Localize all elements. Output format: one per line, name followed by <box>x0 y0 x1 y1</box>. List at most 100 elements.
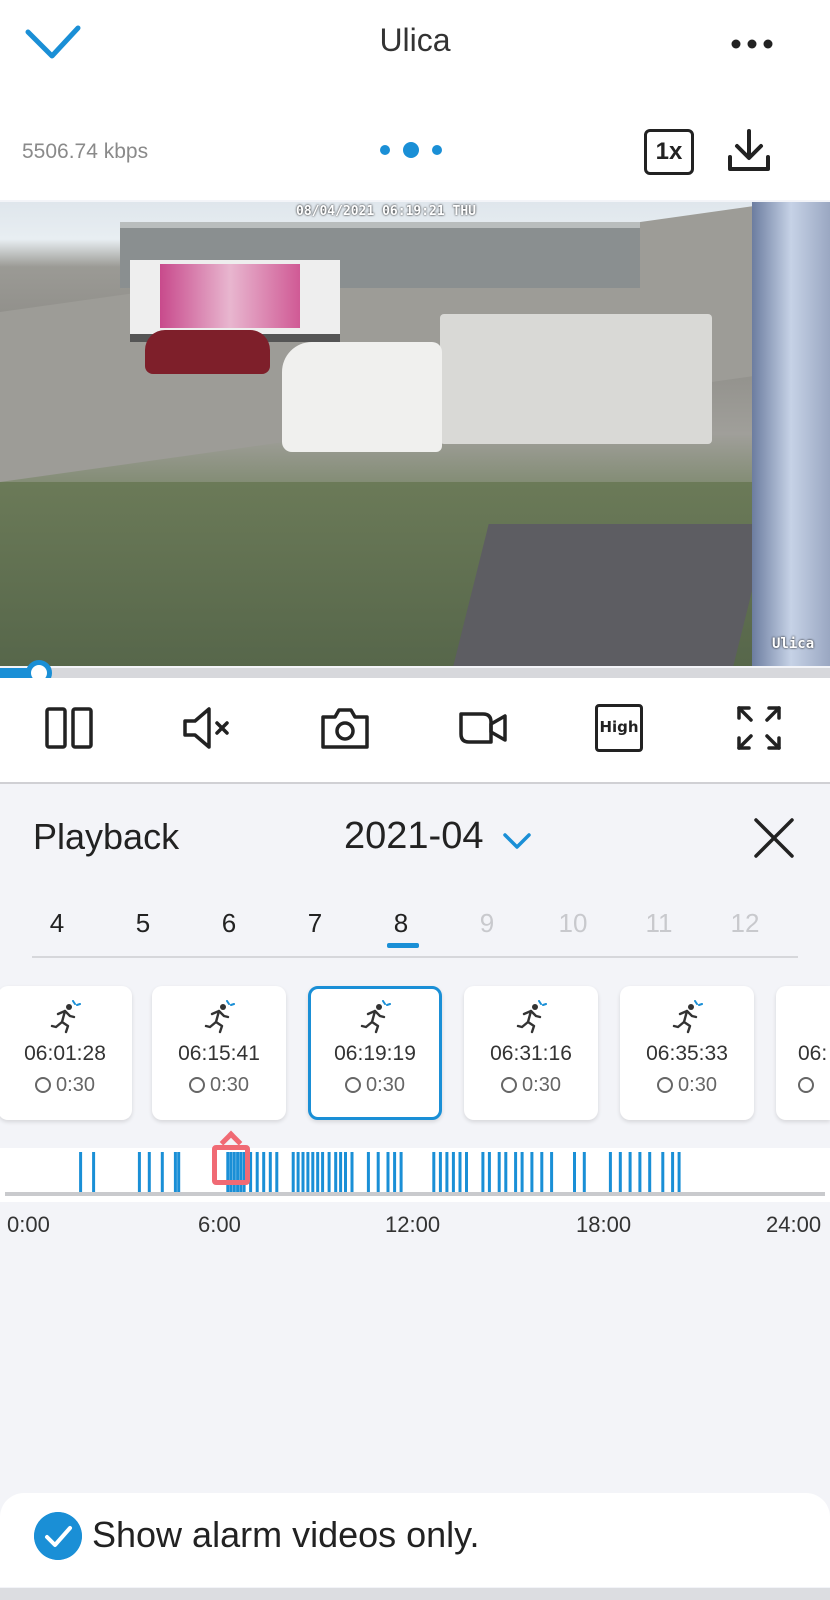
alarm-bar[interactable] <box>638 1152 642 1194</box>
alarm-bar[interactable] <box>291 1152 295 1194</box>
video-progress-track[interactable] <box>0 668 830 678</box>
timeline-tick: 12:00 <box>385 1212 441 1237</box>
bottom-strip <box>0 1588 830 1600</box>
download-icon[interactable] <box>726 127 772 173</box>
clip-card[interactable]: 06:31:16 0:30 <box>464 986 598 1120</box>
alarm-bar[interactable] <box>671 1152 675 1194</box>
quality-high-button[interactable]: High <box>595 704 643 752</box>
alarm-bar[interactable] <box>677 1152 681 1194</box>
control-bar: High <box>0 678 830 784</box>
alarm-bar[interactable] <box>438 1152 442 1194</box>
alarm-bar[interactable] <box>648 1152 652 1194</box>
alarm-bar[interactable] <box>514 1152 518 1194</box>
day-item-selected[interactable]: 8 <box>371 908 431 939</box>
motion-alarm-icon <box>204 1000 235 1034</box>
close-icon[interactable] <box>752 816 796 860</box>
fullscreen-icon[interactable] <box>733 702 785 754</box>
alarm-bar[interactable] <box>661 1152 665 1194</box>
playback-speed-button[interactable]: 1x <box>644 129 694 175</box>
alarm-bar[interactable] <box>316 1152 320 1194</box>
month-selector[interactable]: 2021-04 <box>344 815 483 858</box>
alarm-only-label[interactable]: Show alarm videos only. <box>92 1514 480 1556</box>
day-item-disabled: 10 <box>558 908 588 938</box>
alarm-bar[interactable] <box>366 1152 370 1194</box>
alarm-bar[interactable] <box>275 1152 279 1194</box>
clip-duration-row: 0:30 <box>620 1074 754 1097</box>
alarm-bar[interactable] <box>530 1152 534 1194</box>
more-options-icon[interactable] <box>730 38 774 50</box>
alarm-bar[interactable] <box>296 1152 300 1194</box>
alarm-bar[interactable] <box>160 1152 164 1194</box>
timeline-tick: 0:00 <box>7 1212 50 1237</box>
alarm-bar[interactable] <box>376 1152 380 1194</box>
day-item[interactable]: 6 <box>199 908 259 939</box>
alarm-bar[interactable] <box>386 1152 390 1194</box>
alarm-bar[interactable] <box>481 1152 485 1194</box>
day-item[interactable]: 7 <box>285 908 345 939</box>
clip-duration: 0:30 <box>210 1074 249 1096</box>
alarm-bar[interactable] <box>344 1152 347 1194</box>
clip-duration-row: 0:30 <box>152 1074 286 1097</box>
alarm-bar[interactable] <box>628 1152 632 1194</box>
alarm-bar[interactable] <box>79 1152 83 1194</box>
mute-icon[interactable] <box>181 702 233 754</box>
alarm-bar[interactable] <box>582 1152 586 1194</box>
video-player[interactable]: 08/04/2021 06:19:21 THU Ulica <box>0 202 830 666</box>
alarm-bar[interactable] <box>262 1152 266 1194</box>
checkbox-checked-icon[interactable] <box>34 1512 82 1560</box>
alarm-bar[interactable] <box>432 1152 436 1194</box>
alarm-bar[interactable] <box>147 1152 151 1194</box>
clip-duration-row: 0:30 <box>311 1074 439 1097</box>
selected-day-indicator <box>387 943 419 948</box>
clip-duration: 0:30 <box>56 1074 95 1096</box>
alarm-bar[interactable] <box>393 1152 397 1194</box>
alarm-bar[interactable] <box>327 1152 331 1194</box>
alarm-bar[interactable] <box>573 1152 576 1194</box>
alarm-bar[interactable] <box>520 1152 524 1194</box>
clip-card-partial[interactable]: 06: <box>776 986 830 1120</box>
alarm-bar[interactable] <box>311 1152 315 1194</box>
alarm-bar[interactable] <box>173 1152 177 1194</box>
alarm-bar[interactable] <box>458 1152 462 1194</box>
alarm-bar[interactable] <box>334 1152 338 1194</box>
alarm-bar[interactable] <box>321 1152 325 1194</box>
clip-card[interactable]: 06:15:41 0:30 <box>152 986 286 1120</box>
clip-card-selected[interactable]: 06:19:19 0:30 <box>308 986 442 1120</box>
scene-paving <box>451 524 769 666</box>
alarm-bar[interactable] <box>465 1152 468 1194</box>
alarm-bar[interactable] <box>497 1152 501 1194</box>
clip-duration-row: 0:30 <box>0 1074 132 1097</box>
alarm-bar[interactable] <box>487 1152 491 1194</box>
alarm-bar[interactable] <box>608 1152 612 1194</box>
alarm-bar[interactable] <box>177 1152 181 1194</box>
clock-icon <box>657 1077 674 1093</box>
clip-card[interactable]: 06:01:28 0:30 <box>0 986 132 1120</box>
alarm-bar[interactable] <box>540 1152 544 1194</box>
clock-icon <box>345 1077 362 1093</box>
split-view-icon[interactable] <box>43 702 95 754</box>
clip-card[interactable]: 06:35:33 0:30 <box>620 986 754 1120</box>
snapshot-camera-icon[interactable] <box>319 702 371 754</box>
record-video-icon[interactable] <box>457 702 509 754</box>
alarm-bar[interactable] <box>268 1152 272 1194</box>
day-item[interactable]: 5 <box>113 908 173 939</box>
alarm-bar[interactable] <box>399 1152 403 1194</box>
page-indicator[interactable] <box>376 138 446 162</box>
alarm-bar[interactable] <box>339 1152 343 1194</box>
alarm-bar[interactable] <box>301 1152 305 1194</box>
alarm-bar[interactable] <box>451 1152 455 1194</box>
alarm-bar[interactable] <box>92 1152 96 1194</box>
alarm-bar[interactable] <box>306 1152 310 1194</box>
timeline-cursor[interactable] <box>212 1145 250 1185</box>
alarm-bar[interactable] <box>618 1152 622 1194</box>
timeline-axis <box>5 1192 825 1196</box>
alarm-bar[interactable] <box>255 1152 259 1194</box>
alarm-bar[interactable] <box>350 1152 354 1194</box>
alarm-bar[interactable] <box>504 1152 508 1194</box>
alarm-bar[interactable] <box>550 1152 554 1194</box>
alarm-bar[interactable] <box>137 1152 141 1194</box>
scene-trailer-art <box>160 264 300 328</box>
day-item[interactable]: 4 <box>27 908 87 939</box>
chevron-down-icon[interactable] <box>502 831 532 851</box>
alarm-bar[interactable] <box>445 1152 449 1194</box>
